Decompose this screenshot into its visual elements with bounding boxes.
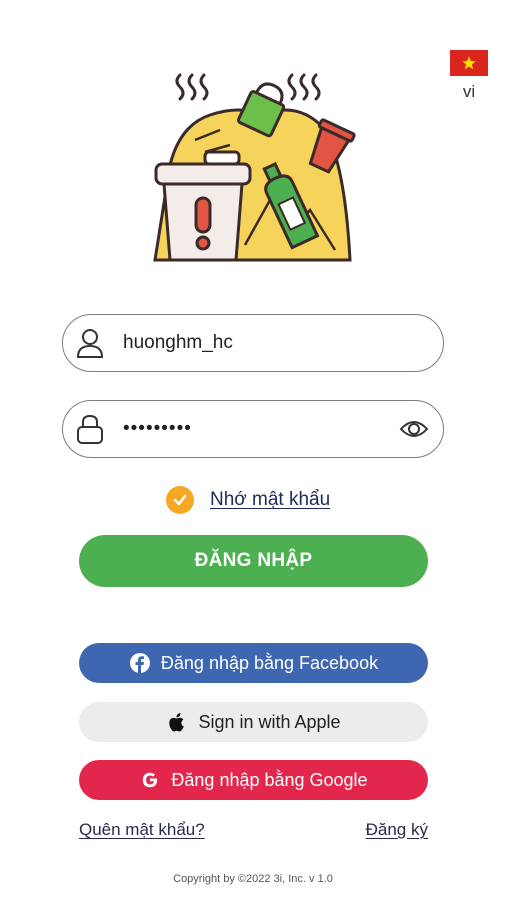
google-login-label: Đăng nhập bằng Google bbox=[171, 769, 368, 790]
password-field[interactable] bbox=[62, 400, 444, 458]
password-input[interactable] bbox=[123, 413, 383, 445]
language-selector[interactable]: vi bbox=[450, 50, 488, 102]
user-icon bbox=[76, 329, 104, 358]
lock-icon bbox=[77, 414, 103, 444]
apple-login-button[interactable]: Sign in with Apple bbox=[79, 702, 428, 742]
remember-me[interactable]: Nhớ mật khẩu bbox=[166, 485, 330, 515]
language-code: vi bbox=[462, 82, 476, 101]
facebook-icon bbox=[129, 652, 151, 674]
eye-icon[interactable] bbox=[399, 416, 429, 442]
remember-label[interactable]: Nhớ mật khẩu bbox=[210, 489, 330, 511]
register-link[interactable]: Đăng ký bbox=[366, 820, 428, 840]
username-field[interactable] bbox=[62, 314, 444, 372]
check-icon bbox=[173, 494, 187, 506]
login-button[interactable]: ĐĂNG NHẬP bbox=[79, 535, 428, 587]
remember-checkbox[interactable] bbox=[166, 486, 194, 514]
google-login-button[interactable]: Đăng nhập bằng Google bbox=[79, 760, 428, 800]
forgot-password-link[interactable]: Quên mật khẩu? bbox=[79, 820, 205, 840]
apple-login-label: Sign in with Apple bbox=[198, 711, 341, 732]
waste-pile-logo bbox=[153, 73, 356, 262]
apple-icon bbox=[166, 711, 188, 733]
facebook-login-button[interactable]: Đăng nhập bằng Facebook bbox=[79, 643, 428, 683]
username-input[interactable] bbox=[123, 327, 383, 359]
google-icon bbox=[139, 769, 161, 791]
vietnam-flag-icon bbox=[450, 50, 488, 76]
copyright-text: Copyright by ©2022 3i, Inc. v 1.0 bbox=[173, 873, 333, 885]
facebook-login-label: Đăng nhập bằng Facebook bbox=[160, 652, 379, 673]
